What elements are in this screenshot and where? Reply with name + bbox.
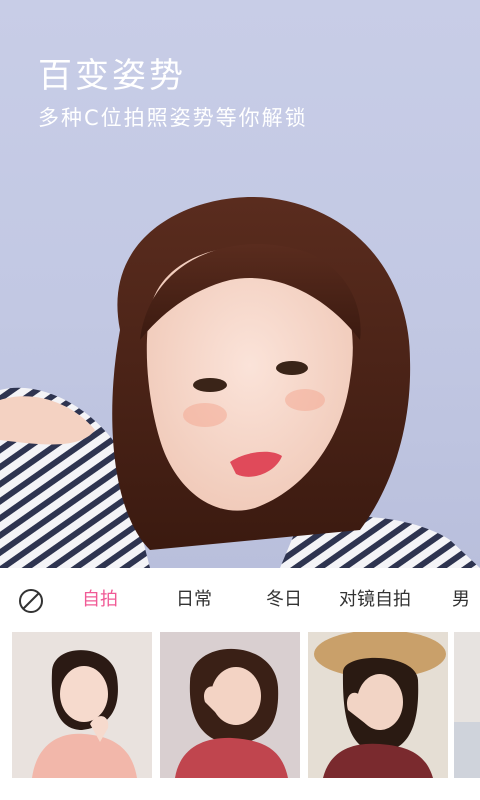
hero-title: 百变姿势 — [38, 56, 186, 96]
tab-daily[interactable]: 日常 — [176, 568, 212, 632]
prohibited-circle-icon[interactable] — [18, 588, 44, 614]
tab-mirror-selfie[interactable]: 对镜自拍 — [339, 568, 411, 632]
pose-category-tabs: 自拍 日常 冬日 对镜自拍 男 — [0, 568, 480, 632]
tab-winter[interactable]: 冬日 — [266, 568, 302, 632]
pose-thumbnail[interactable] — [12, 632, 152, 778]
hero-portrait-image — [0, 197, 480, 568]
hero-banner: 百变姿势 多种C位拍照姿势等你解锁 — [0, 0, 480, 568]
tab-selfie[interactable]: 自拍 — [82, 568, 118, 632]
pose-selection-panel: 自拍 日常 冬日 对镜自拍 男 — [0, 568, 480, 800]
pose-thumbnail[interactable] — [160, 632, 300, 778]
pose-thumbnail[interactable] — [454, 632, 480, 778]
hero-subtitle: 多种C位拍照姿势等你解锁 — [38, 106, 308, 130]
pose-thumbnail[interactable] — [308, 632, 448, 778]
pose-thumbnail-list — [0, 632, 480, 780]
tab-male[interactable]: 男 — [452, 568, 470, 632]
